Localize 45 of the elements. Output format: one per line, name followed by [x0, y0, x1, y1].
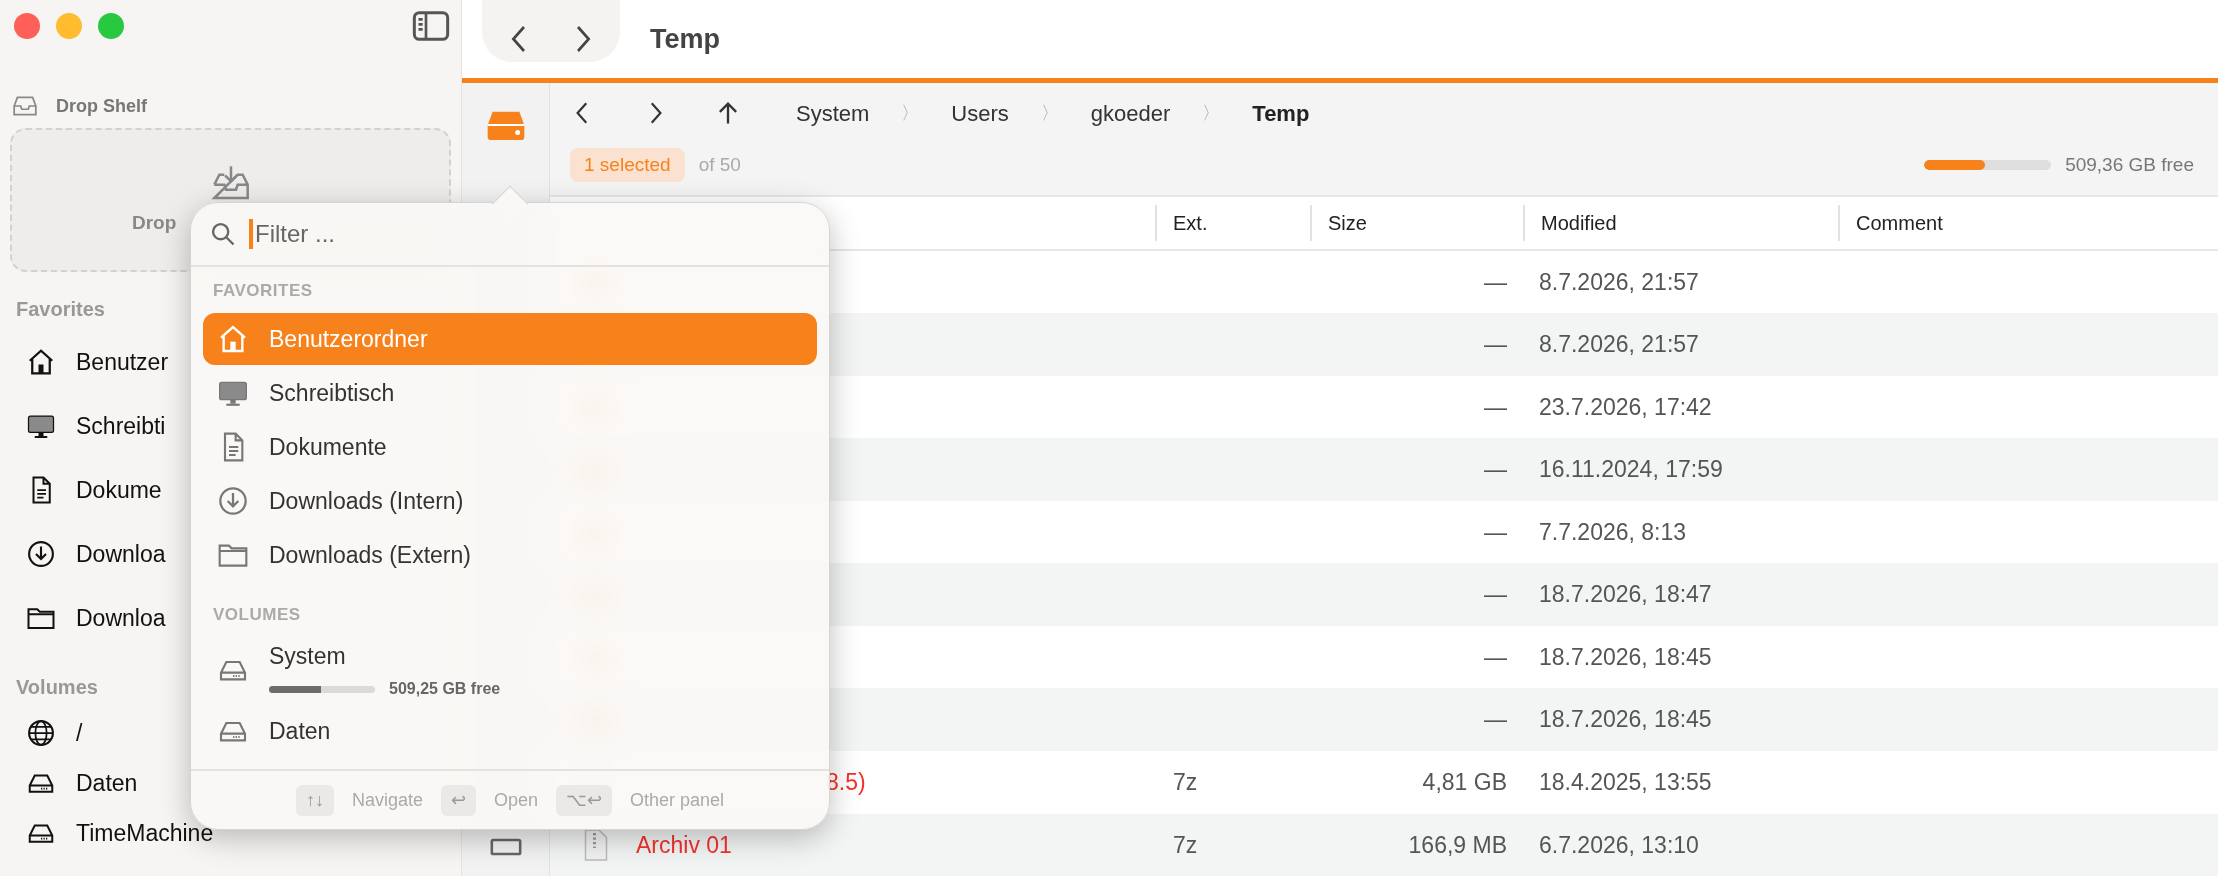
- table-cell-text: 8.7.2026, 21:57: [1539, 330, 1699, 360]
- table-cell-text: 166,9 MB: [1408, 830, 1507, 860]
- key-hint: ⌥↩: [556, 784, 612, 816]
- table-cell-text: —: [1484, 705, 1507, 735]
- table-cell-text: 4,81 GB: [1422, 768, 1507, 797]
- section-title: Volumes: [16, 675, 98, 700]
- table-cell-text: 18.7.2026, 18:45: [1539, 705, 1712, 735]
- breadcrumb-separator: 〉: [1040, 101, 1059, 125]
- section-title: Drop Shelf: [56, 94, 147, 118]
- table-cell-text: 6.7.2026, 13:10: [1539, 830, 1699, 860]
- hint-label: Open: [493, 788, 538, 812]
- window-title: Temp: [650, 22, 720, 56]
- table-cell-text: 16.11.2024, 17:59: [1539, 455, 1723, 485]
- selection-badge: 1 selected: [570, 147, 685, 183]
- free-space: 509,36 GB free: [2065, 152, 2194, 177]
- table-cell-text: 18.7.2026, 18:45: [1539, 642, 1712, 672]
- table-cell-text: —: [1484, 517, 1507, 547]
- table-cell-text: —: [1484, 580, 1507, 610]
- table-cell-text: 7.7.2026, 8:13: [1539, 517, 1687, 547]
- table-cell-text: 23.7.2026, 17:42: [1539, 392, 1712, 422]
- free-space: 509,25 GB free: [389, 679, 501, 700]
- item-count: of 50: [698, 152, 741, 177]
- table-cell-text: —: [1484, 330, 1507, 360]
- table-cell-text: 7z: [1173, 830, 1198, 860]
- section-title: FAVORITES: [213, 279, 313, 302]
- table-cell-text: —: [1484, 267, 1507, 297]
- table-cell-text: 18.4.2025, 13:55: [1539, 768, 1712, 797]
- key-hint: ↩: [440, 784, 476, 816]
- file-name: Archiv 01: [636, 830, 732, 860]
- section-title: Favorites: [16, 297, 105, 322]
- breadcrumb-separator: 〉: [901, 101, 920, 125]
- table-cell-text: 18.7.2026, 18:47: [1539, 580, 1712, 610]
- hint-label: Other panel: [630, 788, 725, 812]
- drop-hint: Drop: [131, 210, 177, 235]
- table-cell-text: 7z: [1173, 768, 1198, 797]
- item-label: System: [269, 641, 347, 671]
- file-name: 8.5): [826, 768, 866, 797]
- table-cell-text: —: [1484, 392, 1507, 422]
- breadcrumb-separator: 〉: [1202, 101, 1221, 125]
- table-cell-text: —: [1484, 455, 1507, 485]
- key-hint: ↑↓: [295, 784, 334, 816]
- hint-label: Navigate: [351, 788, 423, 812]
- table-cell-text: 8.7.2026, 21:57: [1539, 267, 1699, 297]
- table-cell-text: —: [1484, 642, 1507, 672]
- section-title: VOLUMES: [213, 603, 301, 626]
